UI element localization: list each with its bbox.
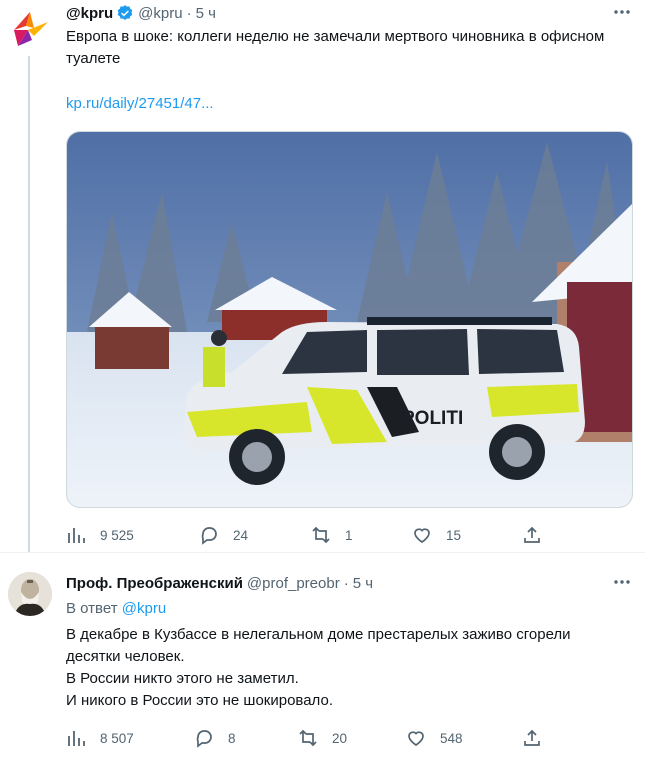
tweet-image[interactable]: POLITI [66,131,633,508]
reply-icon [196,730,212,748]
retweet-icon [299,729,317,747]
tweet-header: @kpru @kpru · 5 ч [66,2,216,24]
verified-badge-icon [117,5,133,20]
kpru-avatar[interactable] [8,6,52,50]
retweet-icon [312,526,330,544]
reply-tweet-actions: 8 507 8 20 548 [66,726,546,750]
replying-to-label: В ответ [66,600,118,617]
reply-likes-count: 548 [440,730,463,746]
reply-button[interactable]: 24 [199,523,248,547]
car-lettering: POLITI [402,408,463,429]
reply-views-count: 8 507 [100,730,134,746]
reply-text-line: В России никто этого не заметил. [66,670,299,687]
reply-text-line: И никого в России это не шокировало. [66,692,333,709]
views-chart-icon [68,731,85,746]
replying-to-handle[interactable]: @kpru [122,600,166,617]
reply-separator-dot: · [343,574,349,592]
reply-share-button[interactable] [522,726,556,750]
views-count: 9 525 [100,527,134,543]
share-icon [524,729,540,746]
share-icon [524,526,540,543]
reply-like-button[interactable]: 548 [406,726,463,750]
reply-more-options-button[interactable] [611,571,633,593]
tweet-text: Европа в шоке: коллеги неделю не замечал… [66,28,605,67]
timestamp[interactable]: 5 ч [196,5,216,22]
retweet-button[interactable]: 1 [311,523,353,547]
display-name[interactable]: @kpru [66,5,113,22]
portrait-avatar-icon [8,572,52,616]
reply-handle[interactable]: @prof_preobr [247,575,340,592]
reply-replies-count: 8 [228,730,236,746]
reply-views-button[interactable]: 8 507 [66,726,134,750]
retweets-count: 1 [345,527,353,543]
likes-count: 15 [446,527,462,543]
reply-text-line: десятки человек. [66,648,185,665]
article-link[interactable]: kp.ru/daily/27451/47... [66,93,626,115]
prof-avatar[interactable] [8,572,52,616]
tweet-kpru[interactable]: @kpru @kpru · 5 ч Европа в шоке: коллеги… [0,0,645,552]
reply-icon [201,527,217,545]
tweet-divider [0,552,645,553]
separator-dot: · [186,4,192,22]
reply-tweet-text: В декабре в Кузбассе в нелегальном доме … [66,624,626,712]
share-button[interactable] [522,523,556,547]
reply-retweets-count: 20 [332,730,348,746]
handle[interactable]: @kpru [138,5,182,22]
views-chart-icon [68,528,85,543]
heart-icon [408,731,424,746]
kp-logo-icon [14,12,48,46]
reply-reply-button[interactable]: 8 [194,726,236,750]
thread-line [28,56,30,552]
reply-tweet-header: Проф. Преображенский @prof_preobr · 5 ч [66,572,373,594]
police-car-photo: POLITI [67,132,632,507]
reply-retweet-button[interactable]: 20 [298,726,347,750]
tweet-actions: 9 525 24 1 15 [66,523,546,547]
more-icon [614,10,630,14]
reply-more-icon [614,580,630,584]
views-button[interactable]: 9 525 [66,523,134,547]
like-button[interactable]: 15 [412,523,461,547]
reply-display-name[interactable]: Проф. Преображенский [66,575,243,592]
reply-timestamp[interactable]: 5 ч [353,575,373,592]
replying-to: В ответ @kpru [66,600,166,617]
heart-icon [414,528,430,543]
replies-count: 24 [233,527,249,543]
more-options-button[interactable] [611,1,633,23]
reply-text-line: В декабре в Кузбассе в нелегальном доме … [66,626,571,643]
